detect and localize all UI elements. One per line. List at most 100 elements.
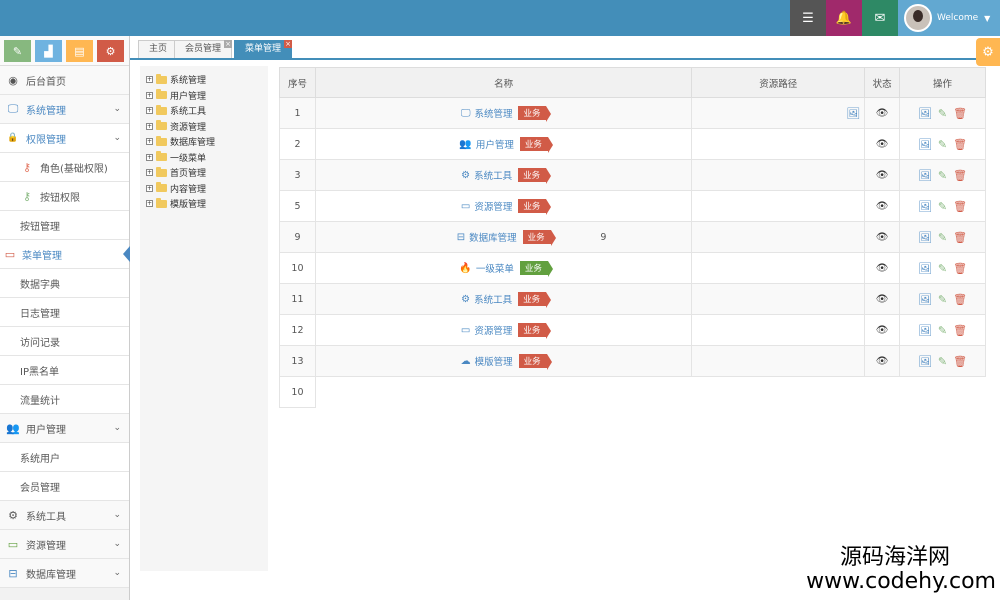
trash-icon[interactable]: 🗑 — [953, 262, 967, 275]
expand-icon[interactable]: + — [146, 91, 153, 99]
edit-icon[interactable]: ✎ — [938, 324, 947, 337]
edit-icon[interactable]: ✎ — [938, 355, 947, 368]
picture-icon[interactable]: 🖼 — [918, 169, 932, 182]
user-menu[interactable]: Welcome ▼ — [898, 0, 1000, 36]
expand-icon[interactable]: + — [146, 107, 153, 115]
picture-icon[interactable]: 🖼 — [918, 262, 932, 275]
menu-name[interactable]: 系统工具 — [474, 292, 512, 306]
tab-home[interactable]: 主页 — [138, 40, 179, 58]
trash-icon[interactable]: 🗑 — [953, 355, 967, 368]
eye-icon[interactable]: 👁 — [876, 294, 889, 305]
menu-name[interactable]: 用户管理 — [476, 137, 514, 151]
sidebar-item-ip-blacklist[interactable]: IP黑名单 — [0, 356, 129, 385]
sidebar-item-home[interactable]: ◉ 后台首页 — [0, 66, 129, 95]
picture-icon[interactable]: 🖼 — [918, 200, 932, 213]
tree-node[interactable]: + 资源管理 — [146, 119, 268, 135]
menu-name[interactable]: 模版管理 — [475, 354, 513, 368]
sidebar-item-traffic[interactable]: 流量统计 — [0, 385, 129, 414]
tab-member[interactable]: 会员管理 × — [174, 40, 233, 58]
picture-icon[interactable]: 🖼 — [918, 231, 932, 244]
tasks-icon[interactable]: ☰ — [790, 0, 826, 36]
sidebar-item-user-mgmt[interactable]: 👥 用户管理 ⌄ — [0, 414, 129, 443]
sidebar-item-button-perm[interactable]: ⚷ 按钮权限 — [0, 182, 129, 211]
key-icon: ⚷ — [22, 160, 32, 174]
picture-icon[interactable]: 🖼 — [918, 324, 932, 337]
edit-icon[interactable]: ✎ — [938, 169, 947, 182]
trash-icon[interactable]: 🗑 — [953, 138, 967, 151]
eye-icon[interactable]: 👁 — [876, 139, 889, 150]
trash-icon[interactable]: 🗑 — [953, 293, 967, 306]
menu-name[interactable]: 数据库管理 — [469, 230, 517, 244]
eye-icon[interactable]: 👁 — [876, 170, 889, 181]
expand-icon[interactable]: + — [146, 200, 153, 208]
resource-path — [691, 190, 866, 222]
tree-node[interactable]: + 内容管理 — [146, 181, 268, 197]
picture-icon[interactable]: 🖼 — [846, 107, 860, 120]
eye-icon[interactable]: 👁 — [876, 108, 889, 119]
close-icon[interactable]: × — [284, 40, 293, 48]
edit-icon[interactable]: ✎ — [938, 231, 947, 244]
tree-node[interactable]: + 系统管理 — [146, 72, 268, 88]
signal-icon[interactable]: ▟ — [35, 40, 62, 62]
menu-name[interactable]: 系统管理 — [474, 106, 512, 120]
eye-icon[interactable]: 👁 — [876, 263, 889, 274]
tree-node[interactable]: + 首页管理 — [146, 165, 268, 181]
sidebar-item-resource[interactable]: ▭ 资源管理 ⌄ — [0, 530, 129, 559]
edit-icon[interactable]: ✎ — [938, 293, 947, 306]
sidebar-item-system[interactable]: 🖵 系统管理 ⌄ — [0, 95, 129, 124]
envelope-icon[interactable]: ✉ — [862, 0, 898, 36]
expand-icon[interactable]: + — [146, 153, 153, 161]
menu-name[interactable]: 资源管理 — [474, 199, 512, 213]
expand-icon[interactable]: + — [146, 169, 153, 177]
sidebar-item-label: 按钮权限 — [40, 192, 80, 204]
edit-icon[interactable]: ✎ — [938, 262, 947, 275]
tree-node[interactable]: + 一级菜单 — [146, 150, 268, 166]
trash-icon[interactable]: 🗑 — [953, 107, 967, 120]
sidebar-item-sys-user[interactable]: 系统用户 — [0, 443, 129, 472]
edit-icon[interactable]: ✎ — [938, 200, 947, 213]
edit-icon[interactable]: ✎ — [938, 138, 947, 151]
tree-node[interactable]: + 模版管理 — [146, 196, 268, 212]
settings-gear-icon[interactable]: ⚙ — [976, 38, 1000, 66]
expand-icon[interactable]: + — [146, 122, 153, 130]
picture-icon[interactable]: 🖼 — [918, 355, 932, 368]
close-icon[interactable]: × — [224, 40, 233, 48]
menu-name[interactable]: 资源管理 — [474, 323, 512, 337]
sidebar-item-role[interactable]: ⚷ 角色(基础权限) — [0, 153, 129, 182]
menu-name[interactable]: 系统工具 — [474, 168, 512, 182]
tree-node[interactable]: + 用户管理 — [146, 88, 268, 104]
trash-icon[interactable]: 🗑 — [953, 231, 967, 244]
trash-icon[interactable]: 🗑 — [953, 200, 967, 213]
bell-icon[interactable]: 🔔 — [826, 0, 862, 36]
tree-node-label: 数据库管理 — [170, 138, 216, 149]
eye-icon[interactable]: 👁 — [876, 201, 889, 212]
trash-icon[interactable]: 🗑 — [953, 169, 967, 182]
sidebar-item-database[interactable]: ⊟ 数据库管理 ⌄ — [0, 559, 129, 588]
sidebar-item-access[interactable]: 访问记录 — [0, 327, 129, 356]
picture-icon[interactable]: 🖼 — [918, 107, 932, 120]
sidebar-item-tools[interactable]: ⚙ 系统工具 ⌄ — [0, 501, 129, 530]
sidebar-item-member[interactable]: 会员管理 — [0, 472, 129, 501]
eye-icon[interactable]: 👁 — [876, 325, 889, 336]
book-icon[interactable]: ▤ — [66, 40, 93, 62]
sidebar-item-menu-mgmt[interactable]: ▭ 菜单管理 — [0, 240, 130, 269]
sidebar-item-dict[interactable]: 数据字典 — [0, 269, 129, 298]
expand-icon[interactable]: + — [146, 138, 153, 146]
edit-icon[interactable]: ✎ — [938, 107, 947, 120]
pencil-icon[interactable]: ✎ — [4, 40, 31, 62]
tree-node[interactable]: + 数据库管理 — [146, 134, 268, 150]
expand-icon[interactable]: + — [146, 184, 153, 192]
sidebar-item-permission[interactable]: 🔒 权限管理 ⌄ — [0, 124, 129, 153]
sidebar-item-button-mgmt[interactable]: 按钮管理 — [0, 211, 129, 240]
trash-icon[interactable]: 🗑 — [953, 324, 967, 337]
cogs-icon[interactable]: ⚙ — [97, 40, 124, 62]
picture-icon[interactable]: 🖼 — [918, 138, 932, 151]
eye-icon[interactable]: 👁 — [876, 356, 889, 367]
picture-icon[interactable]: 🖼 — [918, 293, 932, 306]
sidebar-item-log[interactable]: 日志管理 — [0, 298, 129, 327]
tree-node[interactable]: + 系统工具 — [146, 103, 268, 119]
menu-name[interactable]: 一级菜单 — [476, 261, 514, 275]
tab-menu[interactable]: 菜单管理 × — [234, 40, 293, 58]
expand-icon[interactable]: + — [146, 76, 153, 84]
eye-icon[interactable]: 👁 — [876, 232, 889, 243]
